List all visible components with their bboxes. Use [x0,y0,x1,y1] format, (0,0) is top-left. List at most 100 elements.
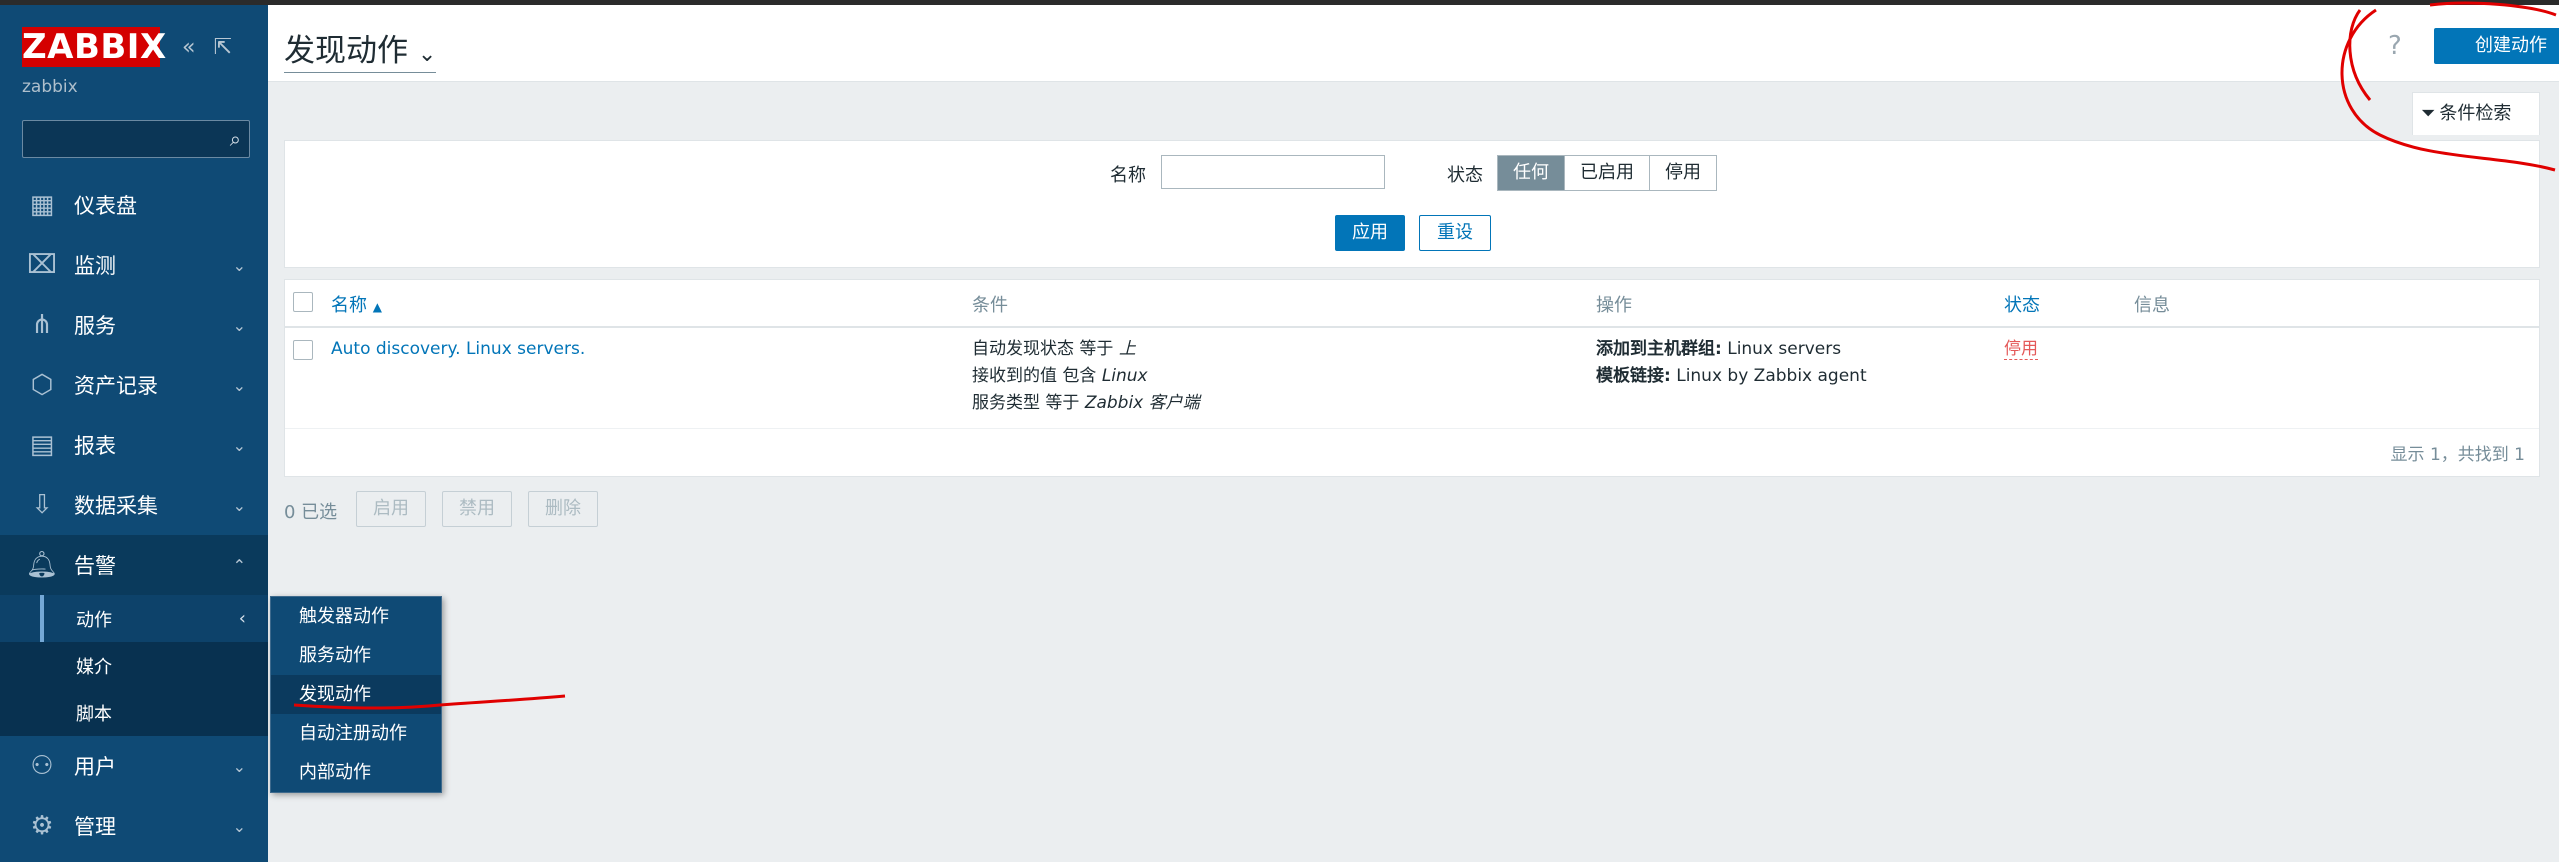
reports-icon: ▤ [29,430,55,460]
monitoring-icon: ⌧ [27,250,57,280]
submenu-item-actions[interactable]: 动作 ‹ [0,595,268,642]
users-icon: ⚇ [30,751,54,781]
page-header: 发现动作 ⌄ ? 创建动作 [268,5,2559,82]
submenu-label: 脚本 [76,703,112,725]
reset-button[interactable]: 重设 [1419,215,1491,251]
filter-name-input[interactable] [1161,155,1385,189]
status-disabled-label[interactable]: 停用 [2004,339,2038,360]
menu-label: 资产记录 [74,374,158,398]
filter-tab-label: 条件检索 [2439,103,2512,124]
chevron-down-icon: ⌄ [232,816,246,836]
table-result-count: 显示 1，共找到 1 [2390,445,2525,465]
page-title-dropdown[interactable]: 发现动作 ⌄ [284,25,437,73]
chevron-down-icon: ⌄ [232,375,246,395]
sidebar: ZABBIX «⇱ zabbix ⌕ ▦ 仪表盘 ⌧ 监测 ⌄ ⋔ 服务 ⌄ ⬡… [0,5,268,862]
column-header-status[interactable]: 状态 [2004,291,2040,317]
actions-flyout-menu: 触发器动作 服务动作 发现动作 自动注册动作 内部动作 [270,596,442,793]
dashboard-icon: ▦ [29,190,55,220]
operation-line: 模板链接: Linux by Zabbix agent [1596,366,1867,386]
menu-label: 用户 [74,755,116,779]
column-name-label: 名称 [331,295,367,316]
actions-table: 名称 ▲ 条件 操作 状态 信息 Auto discovery. Linux s… [284,279,2540,477]
menu-label: 管理 [74,815,116,839]
submenu-item-media[interactable]: 媒介 [0,642,268,689]
filter-tab[interactable]: ⏷ 条件检索 [2412,92,2540,135]
status-option-disabled[interactable]: 停用 [1650,156,1716,190]
zabbix-logo[interactable]: ZABBIX [22,27,166,67]
sort-asc-icon: ▲ [372,300,382,314]
search-icon[interactable]: ⌕ [230,127,241,151]
filter-panel: 名称 状态 任何 已启用 停用 应用 重设 [284,140,2540,268]
menu-item-alerts[interactable]: 🔔︎ 告警 ⌃ [0,535,268,595]
delete-selected-button[interactable]: 删除 [528,491,598,527]
submenu-label: 媒介 [76,656,112,678]
chevron-left-icon: ‹ [238,608,246,629]
menu-item-reports[interactable]: ▤ 报表 ⌄ [0,415,268,475]
status-option-enabled[interactable]: 已启用 [1565,156,1650,190]
gear-icon: ⚙ [30,811,54,841]
menu-label: 报表 [74,434,116,458]
menu-label: 告警 [74,554,116,578]
chevron-up-icon: ⌃ [232,555,246,575]
menu-item-monitoring[interactable]: ⌧ 监测 ⌄ [0,235,268,295]
status-option-any[interactable]: 任何 [1498,156,1565,190]
chevron-down-icon: ⌄ [232,435,246,455]
chevron-down-icon: ⌄ [232,756,246,776]
inventory-icon: ⬡ [30,370,54,400]
menu-item-data-collection[interactable]: ⇩ 数据采集 ⌄ [0,475,268,535]
services-icon: ⋔ [31,310,53,340]
menu-item-users[interactable]: ⚇ 用户 ⌄ [0,736,268,796]
column-header-conditions: 条件 [972,295,1008,316]
flyout-item-internal-actions[interactable]: 内部动作 [271,753,441,792]
page-title: 发现动作 [284,33,408,69]
flyout-item-trigger-actions[interactable]: 触发器动作 [271,597,441,636]
sidebar-tools: «⇱ [182,35,250,60]
flyout-item-discovery-actions[interactable]: 发现动作 [271,675,441,714]
chevron-down-icon: ⌄ [232,495,246,515]
chevron-down-icon: ⌄ [417,42,437,67]
filter-status-segmented: 任何 已启用 停用 [1497,155,1717,191]
header-divider [285,326,2539,328]
menu-label: 服务 [74,314,116,338]
flyout-item-service-actions[interactable]: 服务动作 [271,636,441,675]
chevron-down-icon: ⌄ [232,255,246,275]
selected-count: 0 已选 [284,502,338,523]
action-operations: 添加到主机群组: Linux servers 模板链接: Linux by Za… [1596,336,1867,390]
data-collection-icon: ⇩ [31,490,53,520]
action-name-link[interactable]: Auto discovery. Linux servers. [331,336,585,363]
create-action-button[interactable]: 创建动作 [2434,28,2559,64]
row-checkbox[interactable] [293,340,313,360]
menu-label: 仪表盘 [74,194,137,218]
sidebar-search-input[interactable]: ⌕ [22,120,250,158]
column-header-name[interactable]: 名称 ▲ [331,291,382,317]
filter-name-label: 名称 [1110,165,1146,186]
menu-item-inventory[interactable]: ⬡ 资产记录 ⌄ [0,355,268,415]
chevron-down-icon: ⌄ [232,315,246,335]
menu-label: 数据采集 [74,494,158,518]
alerts-submenu: 动作 ‹ 媒介 脚本 [0,595,268,736]
action-conditions: 自动发现状态 等于 上 接收到的值 包含 Linux 服务类型 等于 Zabbi… [972,336,1200,417]
filter-status-label: 状态 [1447,165,1483,186]
collapse-sidebar-icon[interactable]: « [182,35,195,60]
action-status-toggle[interactable]: 停用 [2004,336,2038,363]
kiosk-mode-icon[interactable]: ⇱ [213,35,231,60]
flyout-item-autoregistration-actions[interactable]: 自动注册动作 [271,714,441,753]
menu-item-services[interactable]: ⋔ 服务 ⌄ [0,295,268,355]
column-header-info: 信息 [2134,295,2170,316]
submenu-item-scripts[interactable]: 脚本 [0,689,268,736]
disable-selected-button[interactable]: 禁用 [442,491,512,527]
main-menu: ▦ 仪表盘 ⌧ 监测 ⌄ ⋔ 服务 ⌄ ⬡ 资产记录 ⌄ ▤ 报表 ⌄ ⇩ 数据… [0,175,268,856]
apply-button[interactable]: 应用 [1335,215,1405,251]
filter-icon: ⏷ [2421,103,2436,124]
operation-line: 添加到主机群组: Linux servers [1596,339,1842,359]
column-header-operations: 操作 [1596,295,1632,316]
condition-line: 自动发现状态 等于 上 [972,339,1136,359]
condition-line: 服务类型 等于 Zabbix 客户端 [972,393,1200,413]
row-divider [285,428,2539,429]
menu-item-administration[interactable]: ⚙ 管理 ⌄ [0,796,268,856]
menu-item-dashboard[interactable]: ▦ 仪表盘 [0,175,268,235]
help-icon[interactable]: ? [2388,31,2402,61]
server-name: zabbix [22,77,78,97]
select-all-checkbox[interactable] [293,292,313,312]
enable-selected-button[interactable]: 启用 [356,491,426,527]
